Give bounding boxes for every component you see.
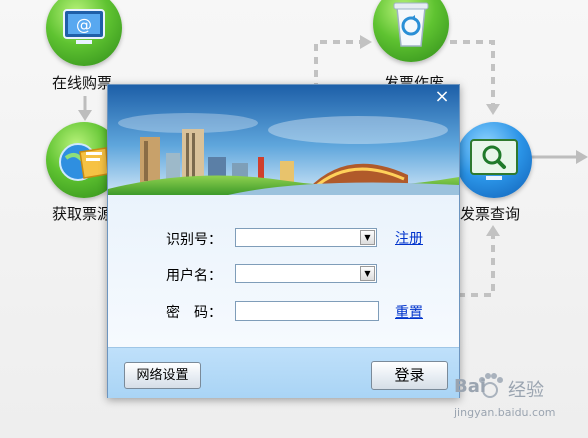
- id-number-combobox[interactable]: ▼: [235, 228, 377, 247]
- username-combobox[interactable]: ▼: [235, 264, 377, 283]
- node-invoice-query[interactable]: [456, 122, 532, 198]
- node-online-purchase[interactable]: @: [46, 0, 122, 66]
- close-button[interactable]: ×: [431, 87, 453, 107]
- right-arrow-head: [576, 150, 588, 164]
- node-label-invoice-query: 发票查询: [460, 205, 521, 223]
- node-label-online-purchase: 在线购票: [52, 74, 113, 92]
- magnifier-monitor-icon: [470, 139, 518, 180]
- id-number-label: 识别号：: [166, 232, 222, 248]
- dropdown-arrow-icon[interactable]: ▼: [360, 230, 375, 245]
- register-link[interactable]: 注册: [395, 228, 423, 248]
- watermark-brand: Bai: [454, 376, 487, 397]
- password-label: 密 码：: [166, 305, 222, 321]
- down-arrow-head: [78, 110, 92, 121]
- dropdown-arrow-icon[interactable]: ▼: [360, 266, 375, 281]
- dashed-arrow-head-top: [360, 35, 372, 49]
- dashed-arrow-head-up: [486, 225, 500, 236]
- node-invoice-void[interactable]: [373, 0, 449, 62]
- dashed-connector-bottom-right: [458, 234, 495, 297]
- dashed-connector-top-left: [314, 40, 362, 90]
- login-button[interactable]: 登录: [371, 361, 448, 390]
- baidu-watermark: Bai 经验 jingyan.baidu.com: [454, 372, 580, 434]
- node-label-get-tickets: 获取票源: [52, 205, 113, 223]
- city-skyline-image: [108, 85, 459, 195]
- login-form: 识别号： ▼ 注册 用户名： ▼ 密 码： 重置: [108, 195, 459, 347]
- dialog-footer: 网络设置 登录: [108, 347, 459, 398]
- svg-text:@: @: [76, 15, 92, 34]
- monitor-email-icon: @: [63, 9, 105, 44]
- watermark-brand-cn: 经验: [508, 380, 544, 401]
- dialog-banner: ×: [108, 85, 459, 195]
- reset-link[interactable]: 重置: [395, 302, 423, 322]
- username-label: 用户名：: [166, 268, 222, 284]
- password-field[interactable]: [235, 301, 379, 321]
- network-settings-button[interactable]: 网络设置: [124, 362, 201, 389]
- watermark-url: jingyan.baidu.com: [454, 406, 556, 419]
- login-dialog: × 识别号： ▼ 注册 用户名： ▼ 密 码： 重置 网络设置 登录: [107, 84, 460, 398]
- recycle-bin-icon: [393, 2, 429, 47]
- dashed-arrow-head-right: [486, 104, 500, 115]
